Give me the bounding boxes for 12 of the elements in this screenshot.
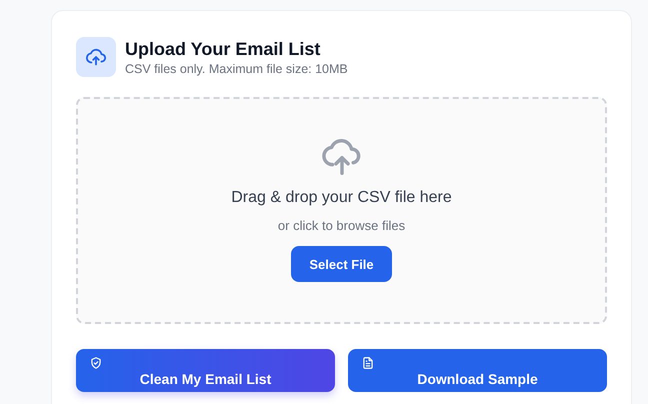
section-subtitle: CSV files only. Maximum file size: 10MB: [125, 62, 348, 76]
shield-check-icon: [89, 356, 103, 370]
drop-hint: or click to browse files: [278, 218, 406, 233]
select-file-button[interactable]: Select File: [291, 246, 392, 282]
download-sample-button[interactable]: Download Sample: [348, 349, 607, 392]
drop-heading: Drag & drop your CSV file here: [231, 189, 452, 207]
cloud-upload-icon: [320, 137, 362, 175]
cloud-upload-icon: [76, 37, 116, 77]
drop-zone[interactable]: Drag & drop your CSV file here or click to browse files Select File: [76, 97, 607, 324]
document-icon: [361, 356, 375, 370]
section-title: Upload Your Email List: [125, 38, 322, 60]
clean-list-button[interactable]: Clean My Email List: [76, 349, 335, 392]
